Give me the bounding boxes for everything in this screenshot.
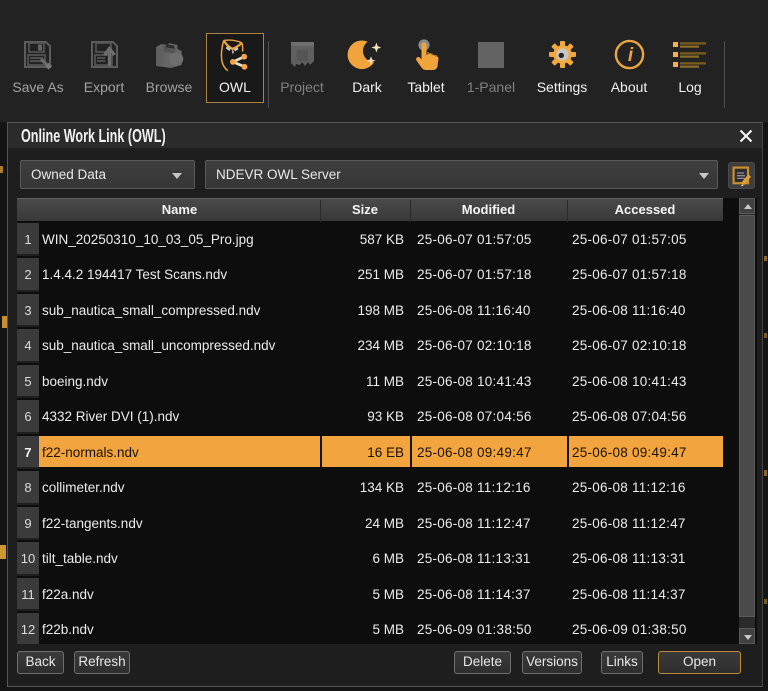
svg-text:i: i	[628, 45, 634, 66]
